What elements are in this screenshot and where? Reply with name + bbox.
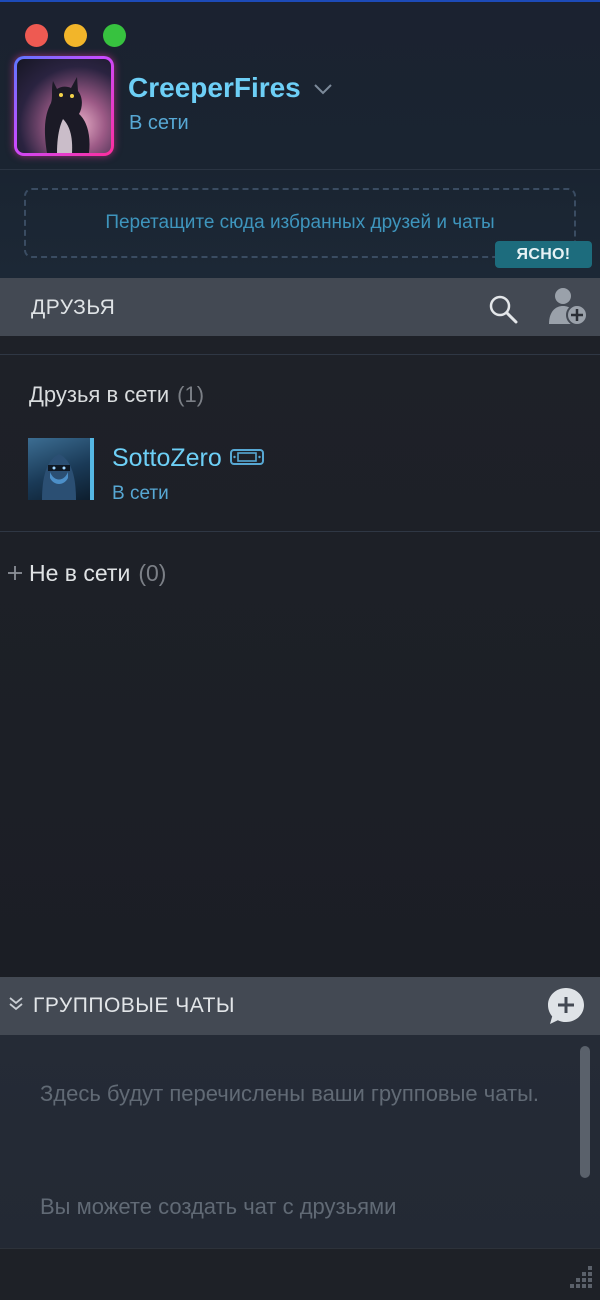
- online-count: (1): [177, 382, 205, 407]
- plus-icon[interactable]: [7, 561, 23, 587]
- favorites-drop-zone[interactable]: Перетащите сюда избранных друзей и чаты: [24, 188, 576, 258]
- add-friend-icon[interactable]: [546, 286, 590, 328]
- group-chats-title: ГРУППОВЫЕ ЧАТЫ: [33, 994, 235, 1017]
- list-divider: [0, 354, 600, 355]
- friend-online-indicator: [90, 438, 94, 500]
- friends-title: ДРУЗЬЯ: [31, 296, 116, 319]
- search-icon[interactable]: [486, 292, 520, 326]
- user-avatar[interactable]: [14, 56, 114, 156]
- group-chats-empty-text: Здесь будут перечислены ваши групповые ч…: [40, 1081, 539, 1106]
- footer-bar: [0, 1248, 600, 1300]
- friend-row[interactable]: SottoZero В сети: [28, 438, 588, 504]
- friend-avatar: [28, 438, 90, 500]
- friend-status: В сети: [112, 483, 169, 504]
- friend-name: SottoZero: [112, 444, 222, 472]
- double-chevron-down-icon[interactable]: [8, 995, 24, 1013]
- close-window-button[interactable]: [25, 24, 48, 47]
- online-section-label: Друзья в сети: [29, 382, 170, 407]
- user-status: В сети: [129, 112, 189, 134]
- favorites-drop-text: Перетащите сюда избранных друзей и чаты: [105, 212, 495, 233]
- resize-grip-icon[interactable]: [570, 1264, 594, 1288]
- friend-name-row: SottoZero: [112, 444, 264, 473]
- new-chat-icon[interactable]: [546, 986, 586, 1026]
- maximize-window-button[interactable]: [103, 24, 126, 47]
- profile-header: CreeperFires В сети Перетащите сюда избр…: [0, 0, 600, 278]
- header-divider: [0, 169, 600, 170]
- friends-list-area: [0, 336, 600, 976]
- offline-section-label: Не в сети: [29, 560, 131, 586]
- group-chats-scrollbar[interactable]: [580, 1046, 590, 1178]
- chevron-down-icon[interactable]: [313, 79, 333, 100]
- user-avatar-image: [17, 59, 111, 153]
- offline-friends-header[interactable]: Не в сети (0): [7, 560, 166, 587]
- minimize-window-button[interactable]: [64, 24, 87, 47]
- handheld-console-icon: [229, 448, 264, 470]
- username-row[interactable]: CreeperFires: [128, 72, 333, 104]
- offline-count: (0): [138, 560, 167, 586]
- username: CreeperFires: [128, 72, 301, 103]
- group-chats-hint-text: Вы можете создать чат с друзьями: [40, 1194, 397, 1219]
- online-friends-header[interactable]: Друзья в сети (1): [29, 382, 204, 408]
- clear-button[interactable]: ЯСНО!: [495, 241, 592, 268]
- window-controls: [25, 24, 126, 47]
- list-divider: [0, 531, 600, 532]
